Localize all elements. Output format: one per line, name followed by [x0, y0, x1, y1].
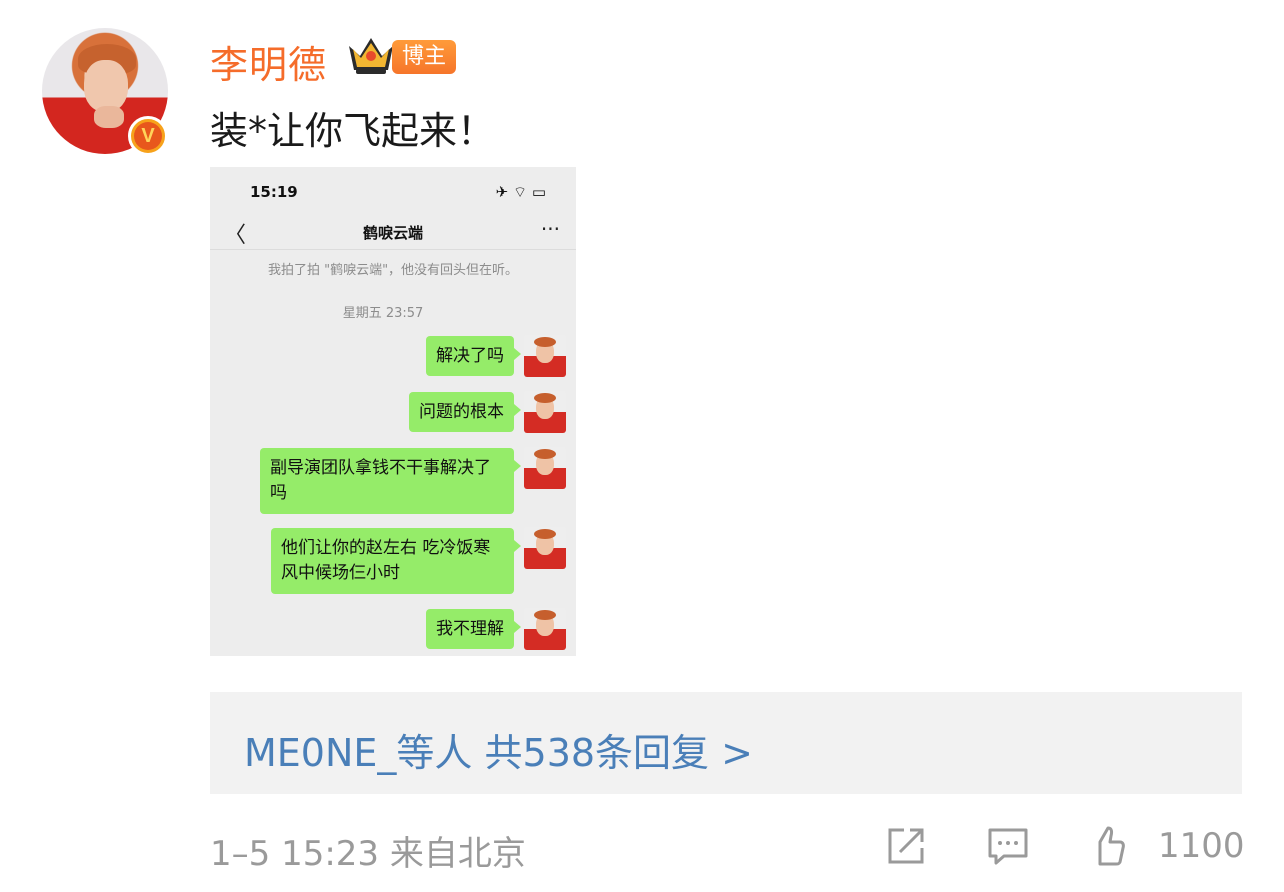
chat-bubble: 问题的根本 — [409, 392, 521, 432]
sender-avatar — [524, 335, 566, 377]
chat-bubble: 他们让你的赵左右 吃冷饭寒风中候场仨小时 — [271, 528, 521, 594]
username[interactable]: 李明德 — [210, 34, 327, 89]
avatar-hand — [94, 106, 124, 128]
chat-header-divider — [210, 249, 576, 250]
chat-bubble: 我不理解 — [426, 609, 521, 649]
host-tag: 博主 — [392, 40, 457, 74]
post-text: 装*让你飞起来！ — [210, 109, 496, 153]
replies-summary[interactable]: ME0NE_等人 共538条回复 > — [210, 692, 1242, 794]
like-count: 1100 — [1158, 826, 1245, 866]
chat-screenshot-image[interactable]: 15:19 ✈ ⌔ ▭ 〈 鹤唳云端 ··· 我拍了拍 "鹤唳云端"，他没有回头… — [210, 167, 576, 656]
comment-icon[interactable] — [986, 824, 1030, 868]
sender-avatar — [524, 527, 566, 569]
status-time: 15:19 — [250, 183, 298, 201]
verified-badge-icon: V — [128, 116, 168, 156]
more-icon: ··· — [540, 217, 560, 241]
sender-avatar — [524, 608, 566, 650]
status-icons: ✈ ⌔ ▭ — [495, 183, 546, 201]
chat-time-label: 星期五 23:57 — [342, 306, 424, 321]
reply-count[interactable]: 共538条回复 > — [485, 731, 753, 775]
avatar-face — [84, 60, 128, 112]
reply-users[interactable]: ME0NE_等人 — [244, 731, 472, 775]
sender-avatar — [524, 447, 566, 489]
like-icon[interactable] — [1092, 824, 1126, 868]
replies-link[interactable]: ME0NE_等人 共538条回复 > — [244, 722, 753, 777]
crown-icon — [349, 38, 393, 74]
sender-avatar — [524, 391, 566, 433]
post-meta: 1–5 15:23 来自北京 — [210, 834, 526, 874]
chat-title: 鹤唳云端 — [362, 224, 423, 242]
pat-notice: 我拍了拍 "鹤唳云端"，他没有回头但在听。 — [267, 263, 519, 278]
chat-bubble: 解决了吗 — [426, 336, 521, 376]
share-icon[interactable] — [884, 824, 928, 868]
chat-bubble: 副导演团队拿钱不干事解决了吗 — [260, 448, 521, 514]
